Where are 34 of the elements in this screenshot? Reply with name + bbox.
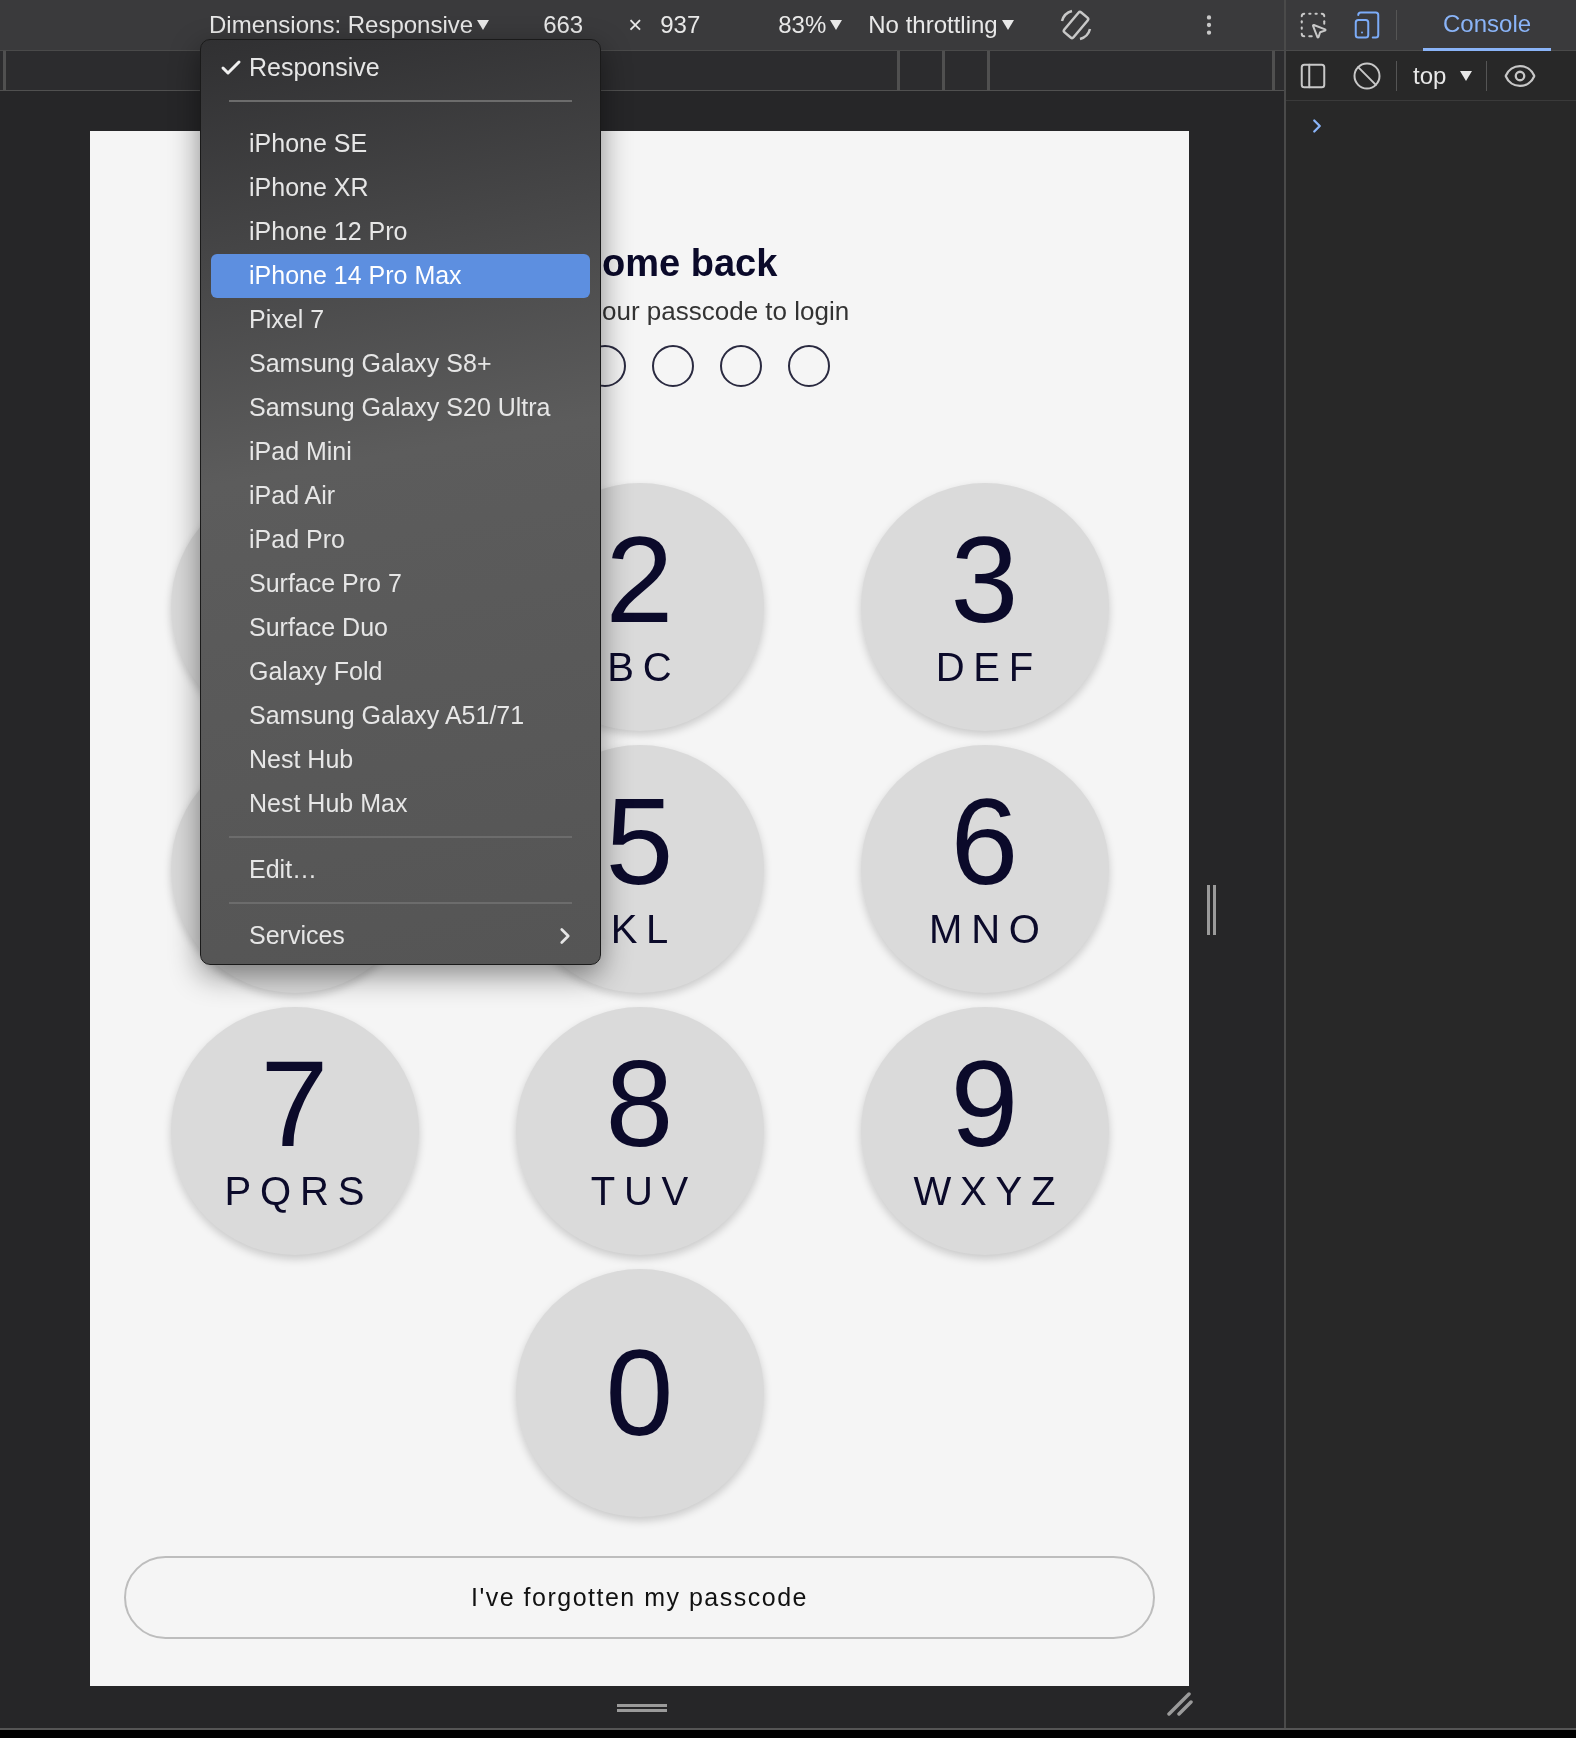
times-label: × bbox=[628, 10, 643, 40]
menu-item[interactable]: Responsive bbox=[211, 46, 590, 90]
menu-item[interactable]: iPhone SE bbox=[211, 122, 590, 166]
keypad-key[interactable]: 8 TUV bbox=[515, 1007, 764, 1255]
resize-handle[interactable] bbox=[1207, 885, 1216, 935]
keypad-key[interactable]: 6 MNO bbox=[860, 745, 1109, 993]
dimensions-dropdown[interactable]: Dimensions: Responsive bbox=[209, 7, 490, 43]
caret-icon bbox=[1001, 20, 1014, 30]
throttling-dropdown[interactable]: No throttling bbox=[868, 7, 1014, 43]
context-dropdown[interactable]: top bbox=[1413, 57, 1473, 94]
menu-item[interactable]: Samsung Galaxy S20 Ultra bbox=[211, 386, 590, 430]
keypad-key[interactable]: 7 PQRS bbox=[170, 1007, 419, 1255]
keypad-key[interactable]: 3 DEF bbox=[860, 483, 1109, 731]
caret-icon bbox=[477, 20, 490, 30]
caret-icon bbox=[830, 20, 843, 30]
inspect-icon[interactable] bbox=[1298, 10, 1328, 40]
keypad-key[interactable]: 9 WXYZ bbox=[860, 1007, 1109, 1255]
forgot-passcode-button[interactable]: I've forgotten my passcode bbox=[124, 1556, 1155, 1639]
height-field[interactable]: 937 bbox=[660, 7, 701, 43]
menu-item[interactable]: Samsung Galaxy S8+ bbox=[211, 342, 590, 386]
bottom-resize-handle[interactable] bbox=[617, 1704, 667, 1712]
menu-item[interactable]: iPhone 12 Pro bbox=[211, 210, 590, 254]
menu-item[interactable]: iPhone XR bbox=[211, 166, 590, 210]
menu-item[interactable]: Pixel 7 bbox=[211, 298, 590, 342]
caret-icon bbox=[1460, 70, 1473, 81]
corner-resize-icon[interactable] bbox=[1167, 1692, 1193, 1716]
width-field[interactable]: 663 bbox=[543, 7, 584, 43]
zoom-dropdown[interactable]: 83% bbox=[778, 7, 843, 43]
clear-console-icon[interactable] bbox=[1352, 60, 1382, 91]
keypad-key[interactable]: 0 bbox=[515, 1269, 764, 1517]
menu-item[interactable]: iPad Mini bbox=[211, 430, 590, 474]
welcome-heading: ome back bbox=[602, 241, 779, 285]
device-toolbar-icon[interactable] bbox=[1352, 10, 1382, 40]
passcode-subtitle: our passcode to login bbox=[602, 295, 851, 327]
